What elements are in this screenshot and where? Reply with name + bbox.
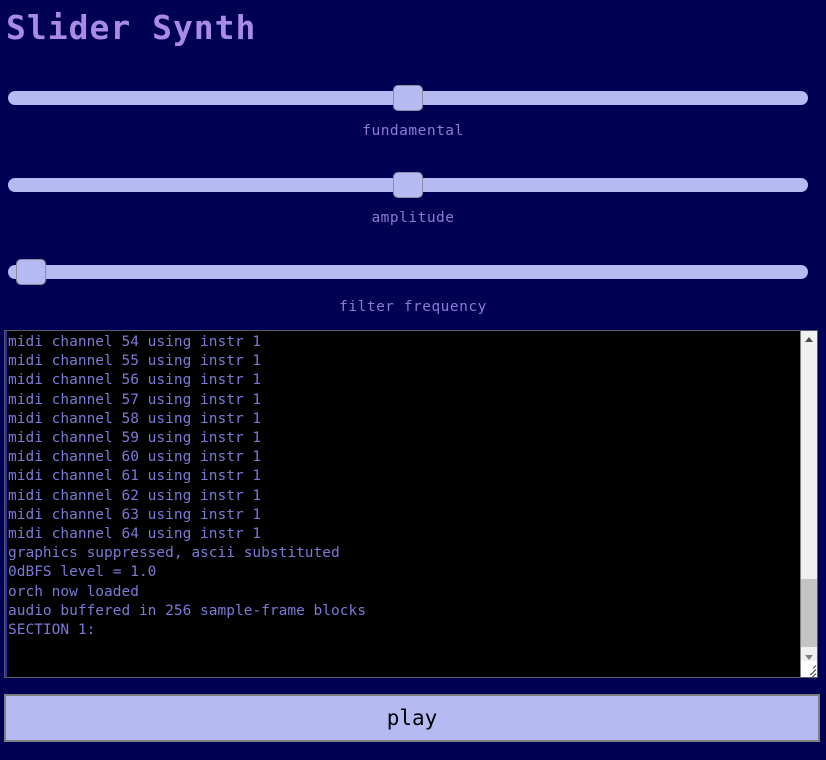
slider-thumb-fundamental[interactable] — [393, 85, 423, 111]
slider-label-filter-frequency: filter frequency — [339, 299, 487, 315]
slider-thumb-amplitude[interactable] — [393, 172, 423, 198]
slider-amplitude[interactable] — [0, 172, 826, 198]
page-title: Slider Synth — [6, 8, 257, 47]
slider-fundamental[interactable] — [0, 85, 826, 111]
slider-thumb-filter-frequency[interactable] — [15, 259, 46, 285]
console-output[interactable]: midi channel 54 using instr 1 midi chann… — [4, 330, 818, 678]
slider-label-fundamental: fundamental — [362, 123, 464, 139]
resize-grip-icon[interactable] — [801, 661, 817, 677]
chevron-down-icon — [805, 655, 813, 660]
chevron-up-icon — [805, 337, 813, 342]
play-button[interactable]: play — [4, 694, 820, 742]
scroll-up-button[interactable] — [801, 331, 817, 348]
scrollbar-thumb[interactable] — [801, 579, 817, 647]
slider-label-amplitude: amplitude — [371, 210, 455, 226]
slider-track-filter-frequency[interactable] — [8, 265, 808, 279]
grip-line — [812, 665, 817, 669]
slider-filter-frequency[interactable] — [0, 259, 826, 285]
slider-group-filter-frequency: filter frequency — [0, 259, 826, 315]
console-log-text: midi channel 54 using instr 1 midi chann… — [8, 334, 366, 639]
slider-group-fundamental: fundamental — [0, 85, 826, 139]
console-caret — [5, 331, 7, 677]
app-root: Slider Synth fundamental amplitude filte… — [0, 0, 826, 760]
console-scrollbar[interactable] — [800, 331, 817, 677]
slider-group-amplitude: amplitude — [0, 172, 826, 226]
